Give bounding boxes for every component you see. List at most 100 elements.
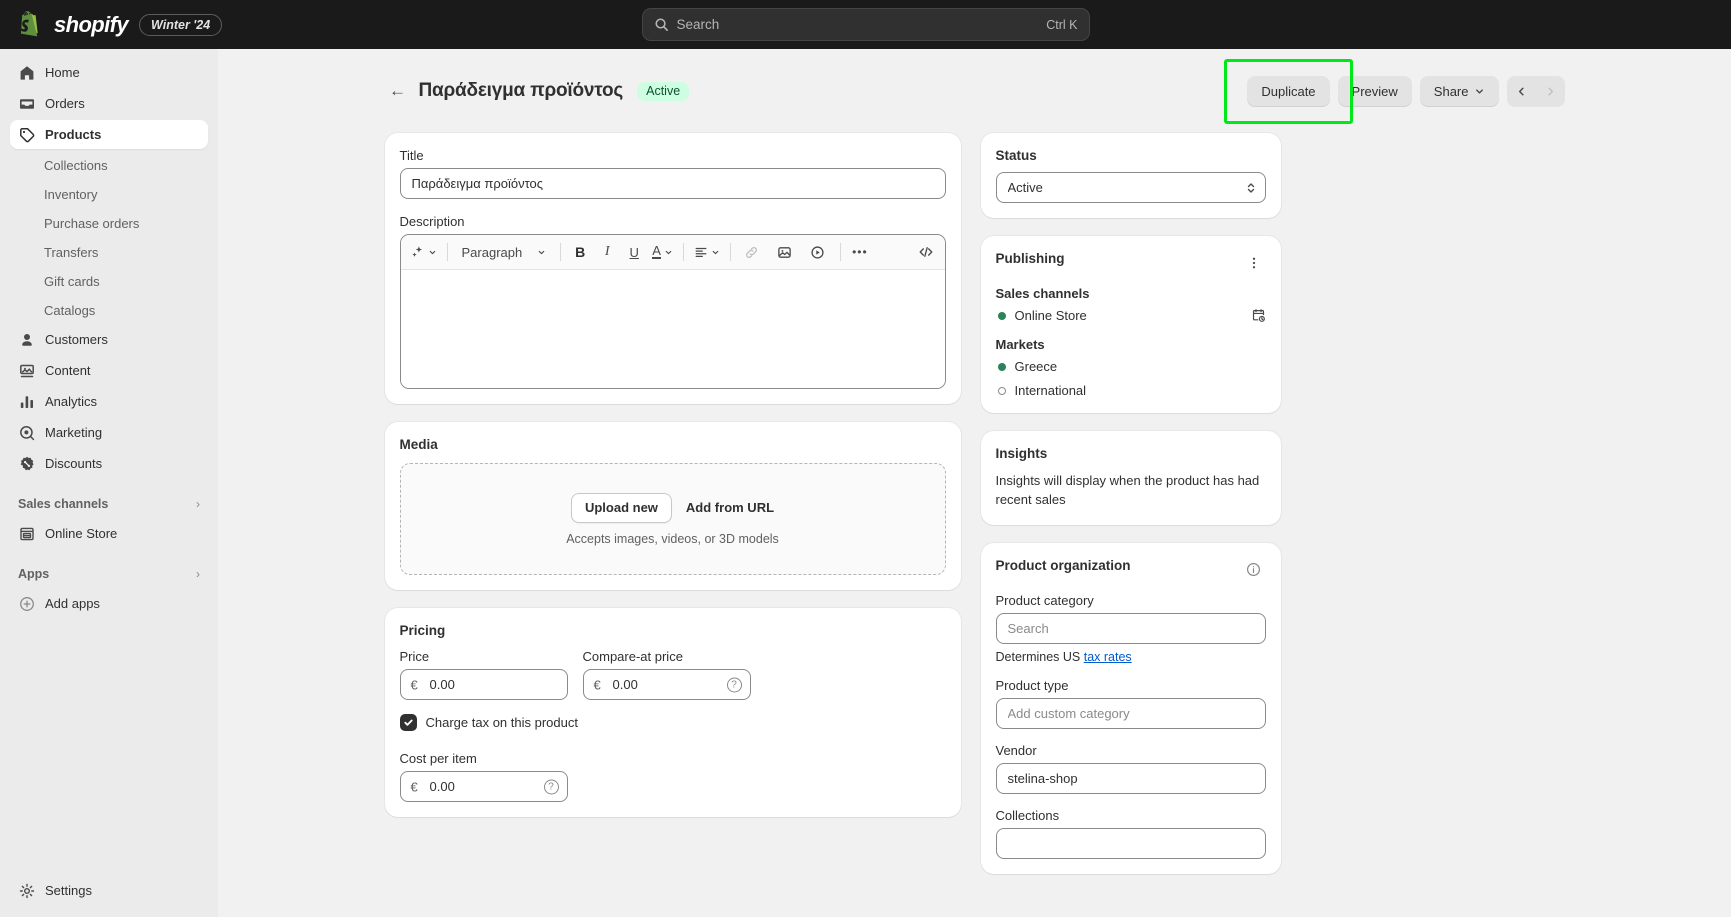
sales-channel-row[interactable]: Online Store — [996, 308, 1266, 323]
compare-at-price-input[interactable] — [582, 669, 751, 700]
title-description-card: Title Description Para — [384, 133, 961, 404]
search-input[interactable]: Search Ctrl K — [641, 8, 1090, 41]
more-options-button[interactable]: ••• — [847, 239, 873, 265]
sidebar-item-products[interactable]: Products — [10, 120, 208, 149]
global-search[interactable]: Search Ctrl K — [641, 8, 1090, 41]
duplicate-button[interactable]: Duplicate — [1247, 75, 1330, 107]
sidebar-subitem-collections[interactable]: Collections — [10, 151, 208, 179]
insert-video-icon[interactable] — [805, 239, 831, 265]
sidebar-item-customers[interactable]: Customers — [10, 325, 208, 354]
underline-button[interactable]: U — [621, 239, 647, 265]
media-dropzone[interactable]: Upload new Add from URL Accepts images, … — [399, 463, 946, 575]
pricing-card: Pricing Price € Compare-at price — [384, 608, 961, 817]
search-shortcut-hint: Ctrl K — [1046, 17, 1078, 32]
sidebar-subitem-label: Inventory — [44, 186, 98, 202]
status-select[interactable]: Active — [995, 172, 1266, 203]
price-field-group: Price € — [399, 649, 568, 700]
sidebar-item-label: Add apps — [45, 596, 100, 611]
sidebar-item-discounts[interactable]: Discounts — [10, 449, 208, 478]
product-title-input[interactable] — [399, 168, 946, 199]
add-from-url-link[interactable]: Add from URL — [686, 500, 774, 515]
help-icon[interactable]: ? — [543, 779, 559, 794]
market-name: International — [1014, 383, 1087, 398]
products-tag-icon — [18, 126, 35, 143]
price-input[interactable] — [399, 669, 568, 700]
sidebar-item-orders[interactable]: Orders — [10, 89, 208, 118]
collections-group: Collections — [995, 808, 1266, 859]
italic-label: I — [604, 244, 610, 259]
market-row[interactable]: International — [996, 383, 1266, 398]
ai-sparkle-icon[interactable] — [407, 239, 441, 265]
primary-column: Title Description Para — [384, 133, 961, 835]
sidebar-item-label: Customers — [45, 332, 108, 347]
vendor-label: Vendor — [995, 742, 1037, 758]
sidebar-item-label: Online Store — [45, 526, 118, 541]
sidebar-item-label: Discounts — [45, 456, 103, 471]
sidebar-item-online-store[interactable]: Online Store — [10, 519, 208, 548]
brand-area[interactable]: shopify Winter '24 — [0, 11, 223, 38]
media-card: Media Upload new Add from URL Accepts im… — [384, 422, 961, 590]
code-view-icon[interactable] — [913, 239, 939, 265]
media-hint-text: Accepts images, videos, or 3D models — [566, 531, 779, 546]
top-navigation-bar: shopify Winter '24 Search Ctrl K — [0, 0, 1731, 49]
info-icon[interactable] — [1242, 558, 1266, 582]
publishing-menu-icon[interactable] — [1242, 251, 1266, 275]
next-product-button — [1536, 76, 1565, 107]
toolbar-divider — [682, 243, 684, 261]
sidebar-item-marketing[interactable]: Marketing — [10, 418, 208, 447]
status-dot-on-icon — [997, 311, 1006, 320]
sidebar-subitem-label: Purchase orders — [44, 215, 140, 231]
section-title: Sales channels — [18, 497, 109, 511]
pagination-controls — [1506, 75, 1565, 107]
previous-product-button[interactable] — [1507, 76, 1536, 107]
tax-rates-link[interactable]: tax rates — [1084, 650, 1132, 664]
sidebar-item-label: Settings — [45, 883, 92, 898]
product-type-input[interactable] — [995, 697, 1266, 729]
preview-button[interactable]: Preview — [1337, 75, 1412, 107]
sidebar-item-add-apps[interactable]: Add apps — [10, 589, 208, 618]
italic-button[interactable]: I — [594, 239, 620, 265]
sidebar-section-sales-channels[interactable]: Sales channels › — [10, 489, 208, 519]
sidebar-item-label: Analytics — [45, 394, 98, 409]
underline-label: U — [629, 244, 639, 260]
align-button[interactable] — [690, 239, 724, 265]
insert-image-icon[interactable] — [772, 239, 798, 265]
paragraph-style-dropdown[interactable]: Paragraph — [454, 239, 555, 265]
sidebar-subitem-inventory[interactable]: Inventory — [10, 180, 208, 208]
sidebar-item-home[interactable]: Home — [10, 58, 208, 87]
section-title: Apps — [18, 567, 50, 581]
text-color-button[interactable]: A — [648, 239, 677, 265]
status-dot-off-icon — [997, 386, 1006, 395]
cost-per-item-input[interactable] — [399, 771, 568, 802]
insights-body: Insights will display when the product h… — [995, 473, 1260, 507]
sidebar-item-settings[interactable]: Settings — [10, 876, 208, 905]
sidebar-item-analytics[interactable]: Analytics — [10, 387, 208, 416]
collections-input[interactable] — [995, 827, 1266, 859]
market-row[interactable]: Greece — [996, 359, 1266, 374]
sidebar-subitem-transfers[interactable]: Transfers — [10, 238, 208, 266]
price-fields-row: Price € Compare-at price € — [399, 649, 946, 700]
sidebar-item-content[interactable]: Content — [10, 356, 208, 385]
sidebar-section-apps[interactable]: Apps › — [10, 559, 208, 589]
charge-tax-row[interactable]: Charge tax on this product — [399, 714, 946, 731]
upload-new-button[interactable]: Upload new — [570, 492, 672, 523]
product-organization-title: Product organization — [995, 557, 1131, 573]
back-arrow-icon[interactable]: ← — [385, 78, 411, 104]
description-editor: Paragraph B I U A ••• — [399, 234, 946, 389]
share-button[interactable]: Share — [1419, 75, 1499, 107]
customers-icon — [18, 331, 35, 348]
sales-channels-label: Sales channels — [995, 286, 1090, 301]
product-category-input[interactable] — [995, 612, 1266, 644]
schedule-calendar-icon[interactable] — [1251, 308, 1266, 323]
content-icon — [18, 362, 35, 379]
sidebar-subitem-gift-cards[interactable]: Gift cards — [10, 267, 208, 295]
description-textarea[interactable] — [400, 270, 945, 388]
charge-tax-checkbox[interactable] — [399, 714, 417, 731]
help-icon[interactable]: ? — [726, 677, 742, 692]
sidebar-settings-area: Settings — [0, 876, 218, 917]
status-dot-on-icon — [997, 362, 1006, 371]
vendor-input[interactable] — [995, 762, 1266, 794]
sidebar-subitem-catalogs[interactable]: Catalogs — [10, 296, 208, 324]
bold-button[interactable]: B — [567, 239, 593, 265]
sidebar-subitem-purchase-orders[interactable]: Purchase orders — [10, 209, 208, 237]
